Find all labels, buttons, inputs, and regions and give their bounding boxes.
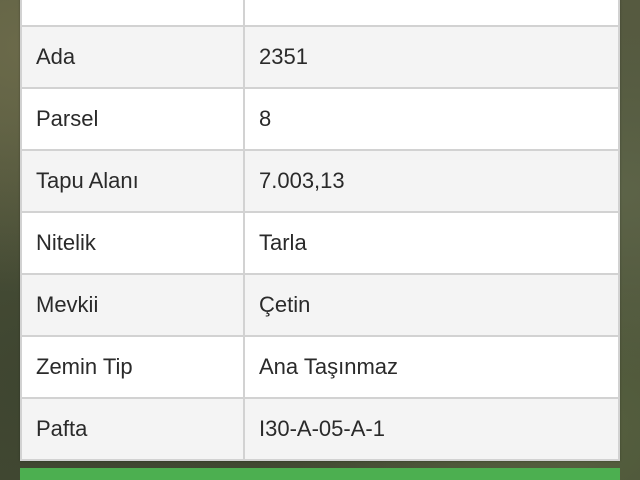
table-row: Pafta I30-A-05-A-1 [20,397,620,461]
table-row: Nitelik Tarla [20,211,620,275]
mevkii-label: Mevkii [20,273,245,337]
row-label [20,0,245,27]
parsel-value: 8 [243,87,620,151]
pafta-value: I30-A-05-A-1 [243,397,620,461]
table-row: Ada 2351 [20,25,620,89]
zemin-tip-value: Ana Taşınmaz [243,335,620,399]
ada-value: 2351 [243,25,620,89]
ada-label: Ada [20,25,245,89]
tapu-alani-value: 7.003,13 [243,149,620,213]
parcel-info-panel: Ada 2351 Parsel 8 Tapu Alanı 7.003,13 Ni… [20,0,620,461]
table-row: Parsel 8 [20,87,620,151]
nitelik-value: Tarla [243,211,620,275]
table-row: Zemin Tip Ana Taşınmaz [20,335,620,399]
tapu-alani-label: Tapu Alanı [20,149,245,213]
parsel-label: Parsel [20,87,245,151]
table-row: Mevkii Çetin [20,273,620,337]
mevkii-value: Çetin [243,273,620,337]
nitelik-label: Nitelik [20,211,245,275]
row-value [243,0,620,27]
parcel-info-table: Ada 2351 Parsel 8 Tapu Alanı 7.003,13 Ni… [20,0,620,461]
pafta-label: Pafta [20,397,245,461]
table-row: Tapu Alanı 7.003,13 [20,149,620,213]
action-button-bar[interactable] [20,468,620,480]
table-row [20,0,620,27]
zemin-tip-label: Zemin Tip [20,335,245,399]
